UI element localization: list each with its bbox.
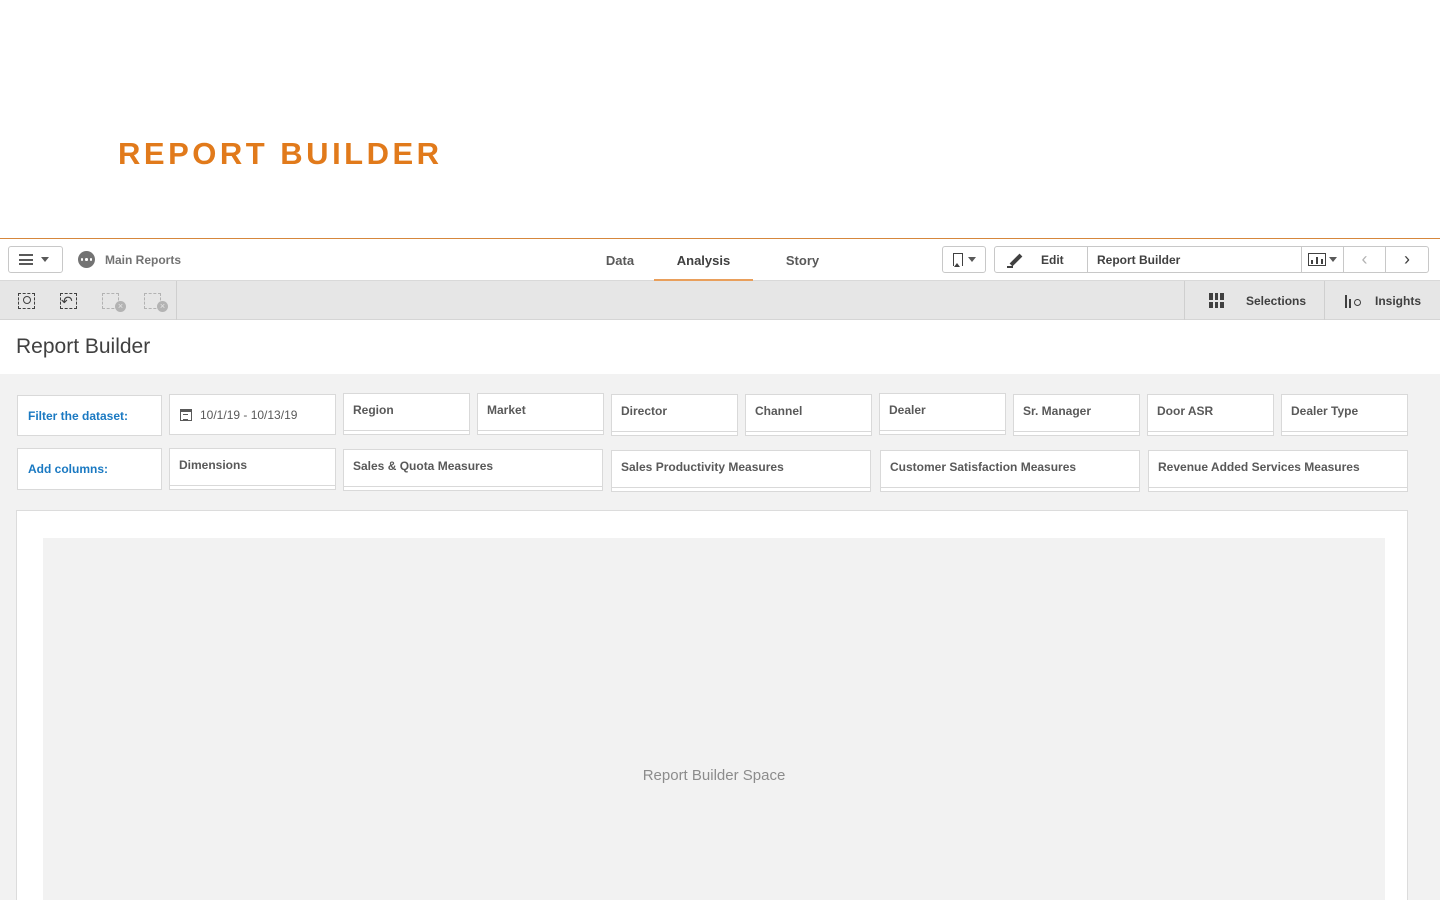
banner-title: REPORT BUILDER bbox=[118, 136, 443, 171]
columns-label: Add columns: bbox=[28, 462, 108, 476]
date-range-value: 10/1/19 - 10/13/19 bbox=[200, 407, 298, 422]
top-toolbar: Main Reports Data Analysis Story Edit Re… bbox=[0, 239, 1440, 281]
selection-tools: ↶ × × bbox=[0, 281, 177, 320]
sheet-canvas: Filter the dataset: 10/1/19 - 10/13/19 R… bbox=[0, 374, 1440, 900]
next-sheet-button[interactable]: › bbox=[1386, 247, 1428, 272]
pencil-icon bbox=[1007, 252, 1023, 268]
filter-dealer[interactable]: Dealer bbox=[879, 393, 1006, 435]
previous-sheet-button[interactable]: ‹ bbox=[1344, 247, 1386, 272]
tab-bar: Data Analysis Story bbox=[586, 239, 852, 281]
builder-placeholder: Report Builder Space bbox=[642, 766, 786, 784]
bookmarks-button[interactable] bbox=[942, 246, 986, 273]
tab-data[interactable]: Data bbox=[586, 239, 654, 281]
current-sheet-name: Report Builder bbox=[1088, 247, 1302, 272]
insights-label: Insights bbox=[1375, 293, 1422, 308]
tab-analysis[interactable]: Analysis bbox=[654, 239, 753, 281]
step-forward-icon[interactable]: × bbox=[102, 291, 126, 312]
hamburger-icon bbox=[19, 254, 33, 265]
filter-director[interactable]: Director bbox=[611, 394, 738, 436]
app-navigation[interactable]: Main Reports bbox=[78, 251, 181, 268]
filter-label-cell: Filter the dataset: bbox=[17, 395, 162, 436]
column-group-dimensions[interactable]: Dimensions bbox=[169, 448, 336, 490]
columns-label-cell: Add columns: bbox=[17, 448, 162, 490]
column-group-customer-satisfaction[interactable]: Customer Satisfaction Measures bbox=[880, 450, 1140, 492]
chevron-down-icon bbox=[968, 257, 976, 262]
selections-button[interactable]: Selections bbox=[1184, 281, 1324, 320]
filter-dealer-type[interactable]: Dealer Type bbox=[1281, 394, 1408, 436]
chevron-down-icon bbox=[1329, 257, 1337, 262]
filter-channel[interactable]: Channel bbox=[745, 394, 872, 436]
clear-selections-icon[interactable]: × bbox=[144, 291, 168, 312]
sheets-icon bbox=[1308, 253, 1326, 266]
sheets-button[interactable] bbox=[1302, 247, 1344, 272]
tab-story[interactable]: Story bbox=[753, 239, 852, 281]
app-name: Main Reports bbox=[105, 252, 182, 267]
calendar-icon bbox=[180, 408, 192, 421]
insights-icon bbox=[1345, 294, 1365, 308]
selection-bar: ↶ × × Selections Insights bbox=[0, 281, 1440, 320]
report-banner: REPORT BUILDER bbox=[0, 0, 1440, 238]
selections-grid-icon bbox=[1209, 293, 1224, 308]
sheet-title: Report Builder bbox=[16, 335, 151, 358]
smart-search-icon[interactable] bbox=[18, 291, 40, 311]
bookmark-icon bbox=[953, 253, 963, 267]
date-range-picker[interactable]: 10/1/19 - 10/13/19 bbox=[169, 394, 336, 435]
more-icon bbox=[78, 251, 95, 268]
filter-door-asr[interactable]: Door ASR bbox=[1147, 394, 1274, 436]
report-builder-space[interactable]: Report Builder Space bbox=[43, 538, 1385, 900]
filter-sr-manager[interactable]: Sr. Manager bbox=[1013, 394, 1140, 436]
chevron-down-icon bbox=[41, 257, 49, 262]
column-group-revenue-added-services[interactable]: Revenue Added Services Measures bbox=[1148, 450, 1408, 492]
sheet-controls: Edit Report Builder ‹ › bbox=[994, 246, 1429, 273]
column-group-sales-quota[interactable]: Sales & Quota Measures bbox=[343, 449, 603, 491]
filter-region[interactable]: Region bbox=[343, 393, 470, 435]
column-group-sales-productivity[interactable]: Sales Productivity Measures bbox=[611, 450, 871, 492]
report-builder-panel: Report Builder Space bbox=[16, 510, 1408, 900]
filter-label: Filter the dataset: bbox=[28, 408, 129, 423]
selections-label: Selections bbox=[1246, 293, 1307, 308]
edit-label: Edit bbox=[1041, 252, 1064, 267]
selection-bar-actions: Selections Insights bbox=[1184, 281, 1440, 320]
step-back-icon[interactable]: ↶ bbox=[60, 291, 82, 311]
edit-button[interactable]: Edit bbox=[995, 247, 1088, 272]
filter-market[interactable]: Market bbox=[477, 393, 604, 435]
sheet-header: Report Builder bbox=[0, 320, 1440, 374]
insights-button[interactable]: Insights bbox=[1324, 281, 1440, 320]
global-menu-button[interactable] bbox=[8, 246, 63, 273]
